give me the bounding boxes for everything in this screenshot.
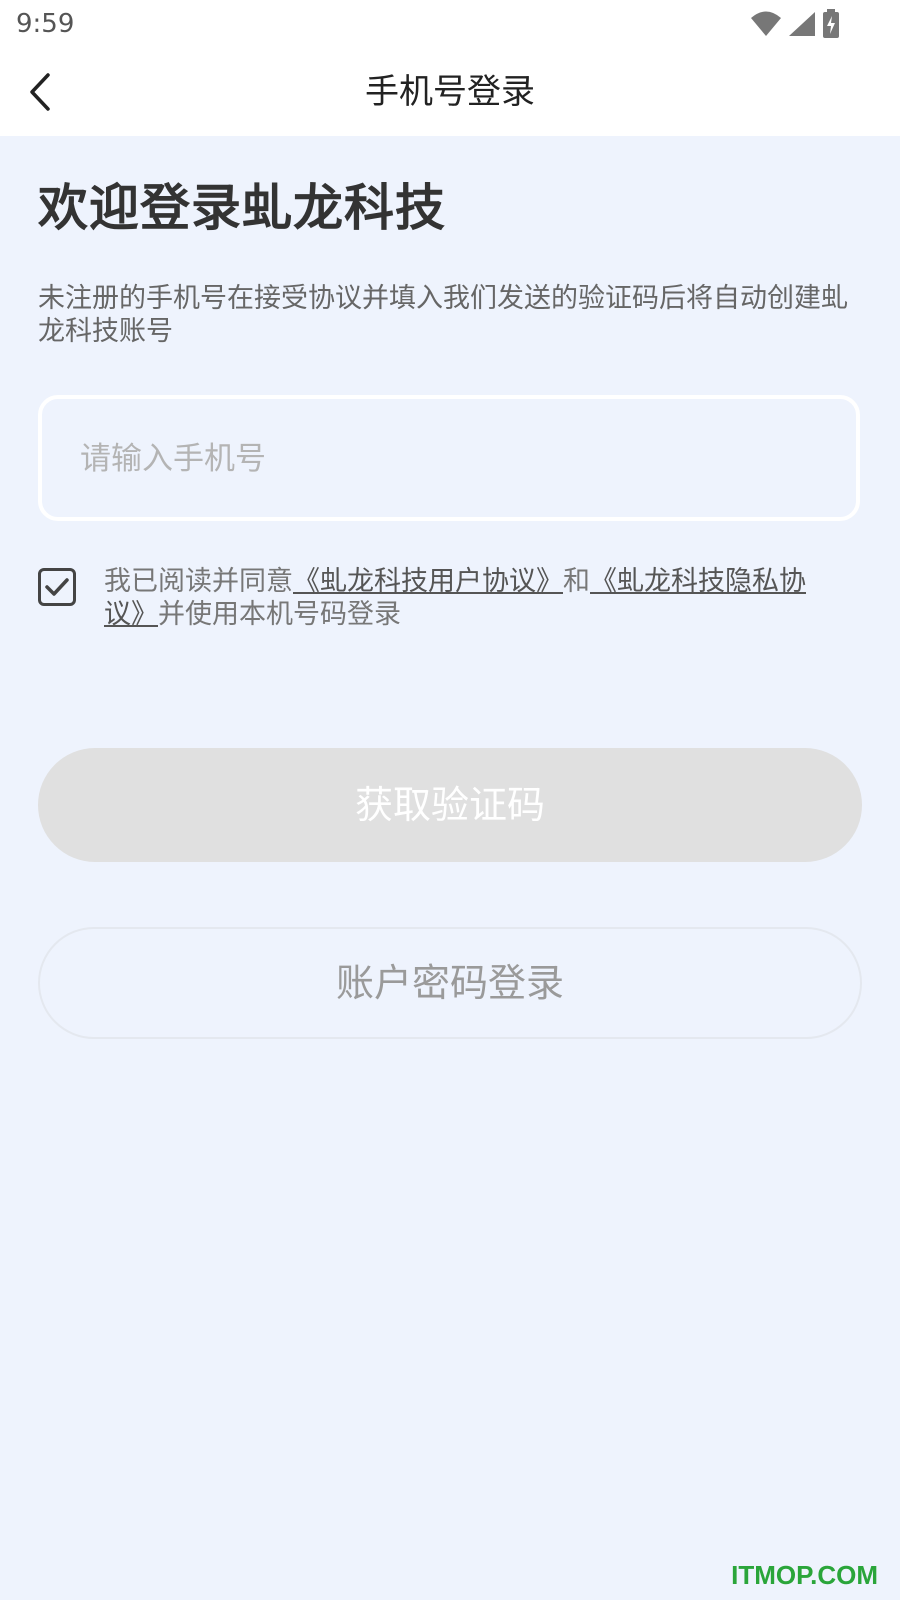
- page-title: 手机号登录: [365, 72, 535, 112]
- agreement-text: 我已阅读并同意《虬龙科技用户协议》和《虬龙科技隐私协议》并使用本机号码登录: [104, 565, 844, 631]
- nav-bar: 手机号登录: [0, 48, 900, 136]
- phone-field[interactable]: [38, 395, 860, 521]
- status-bar: 9:59: [0, 0, 900, 48]
- checkmark-icon: [45, 578, 69, 596]
- agreement-prefix: 我已阅读并同意: [104, 566, 293, 597]
- registration-notice: 未注册的手机号在接受协议并填入我们发送的验证码后将自动创建虬龙科技账号: [38, 283, 848, 347]
- get-verification-code-button[interactable]: 获取验证码: [38, 748, 862, 862]
- status-time: 9:59: [16, 9, 75, 39]
- welcome-heading: 欢迎登录虬龙科技: [38, 179, 446, 237]
- battery-charging-icon: [823, 9, 839, 38]
- user-agreement-link[interactable]: 《虬龙科技用户协议》: [293, 566, 563, 597]
- wifi-icon: [751, 11, 781, 36]
- watermark: ITMOP.COM: [731, 1560, 878, 1590]
- cellular-signal-icon: [789, 12, 815, 36]
- phone-number-input[interactable]: [78, 399, 822, 519]
- agreement-checkbox[interactable]: [38, 568, 76, 606]
- status-icons: [750, 8, 840, 40]
- password-login-button[interactable]: 账户密码登录: [38, 927, 862, 1039]
- agreement-conjunction: 和: [563, 566, 590, 597]
- agreement-suffix: 并使用本机号码登录: [158, 599, 401, 630]
